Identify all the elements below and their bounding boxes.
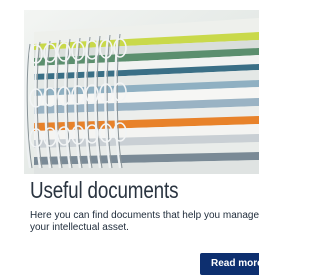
document-card: Useful documents Here you can find docum… — [0, 0, 259, 280]
stacked-notebooks-image — [24, 10, 259, 174]
card-title: Useful documents — [30, 177, 179, 203]
card-description: Here you can find documents that help yo… — [30, 210, 260, 233]
read-more-button[interactable]: Read more — [200, 253, 259, 275]
